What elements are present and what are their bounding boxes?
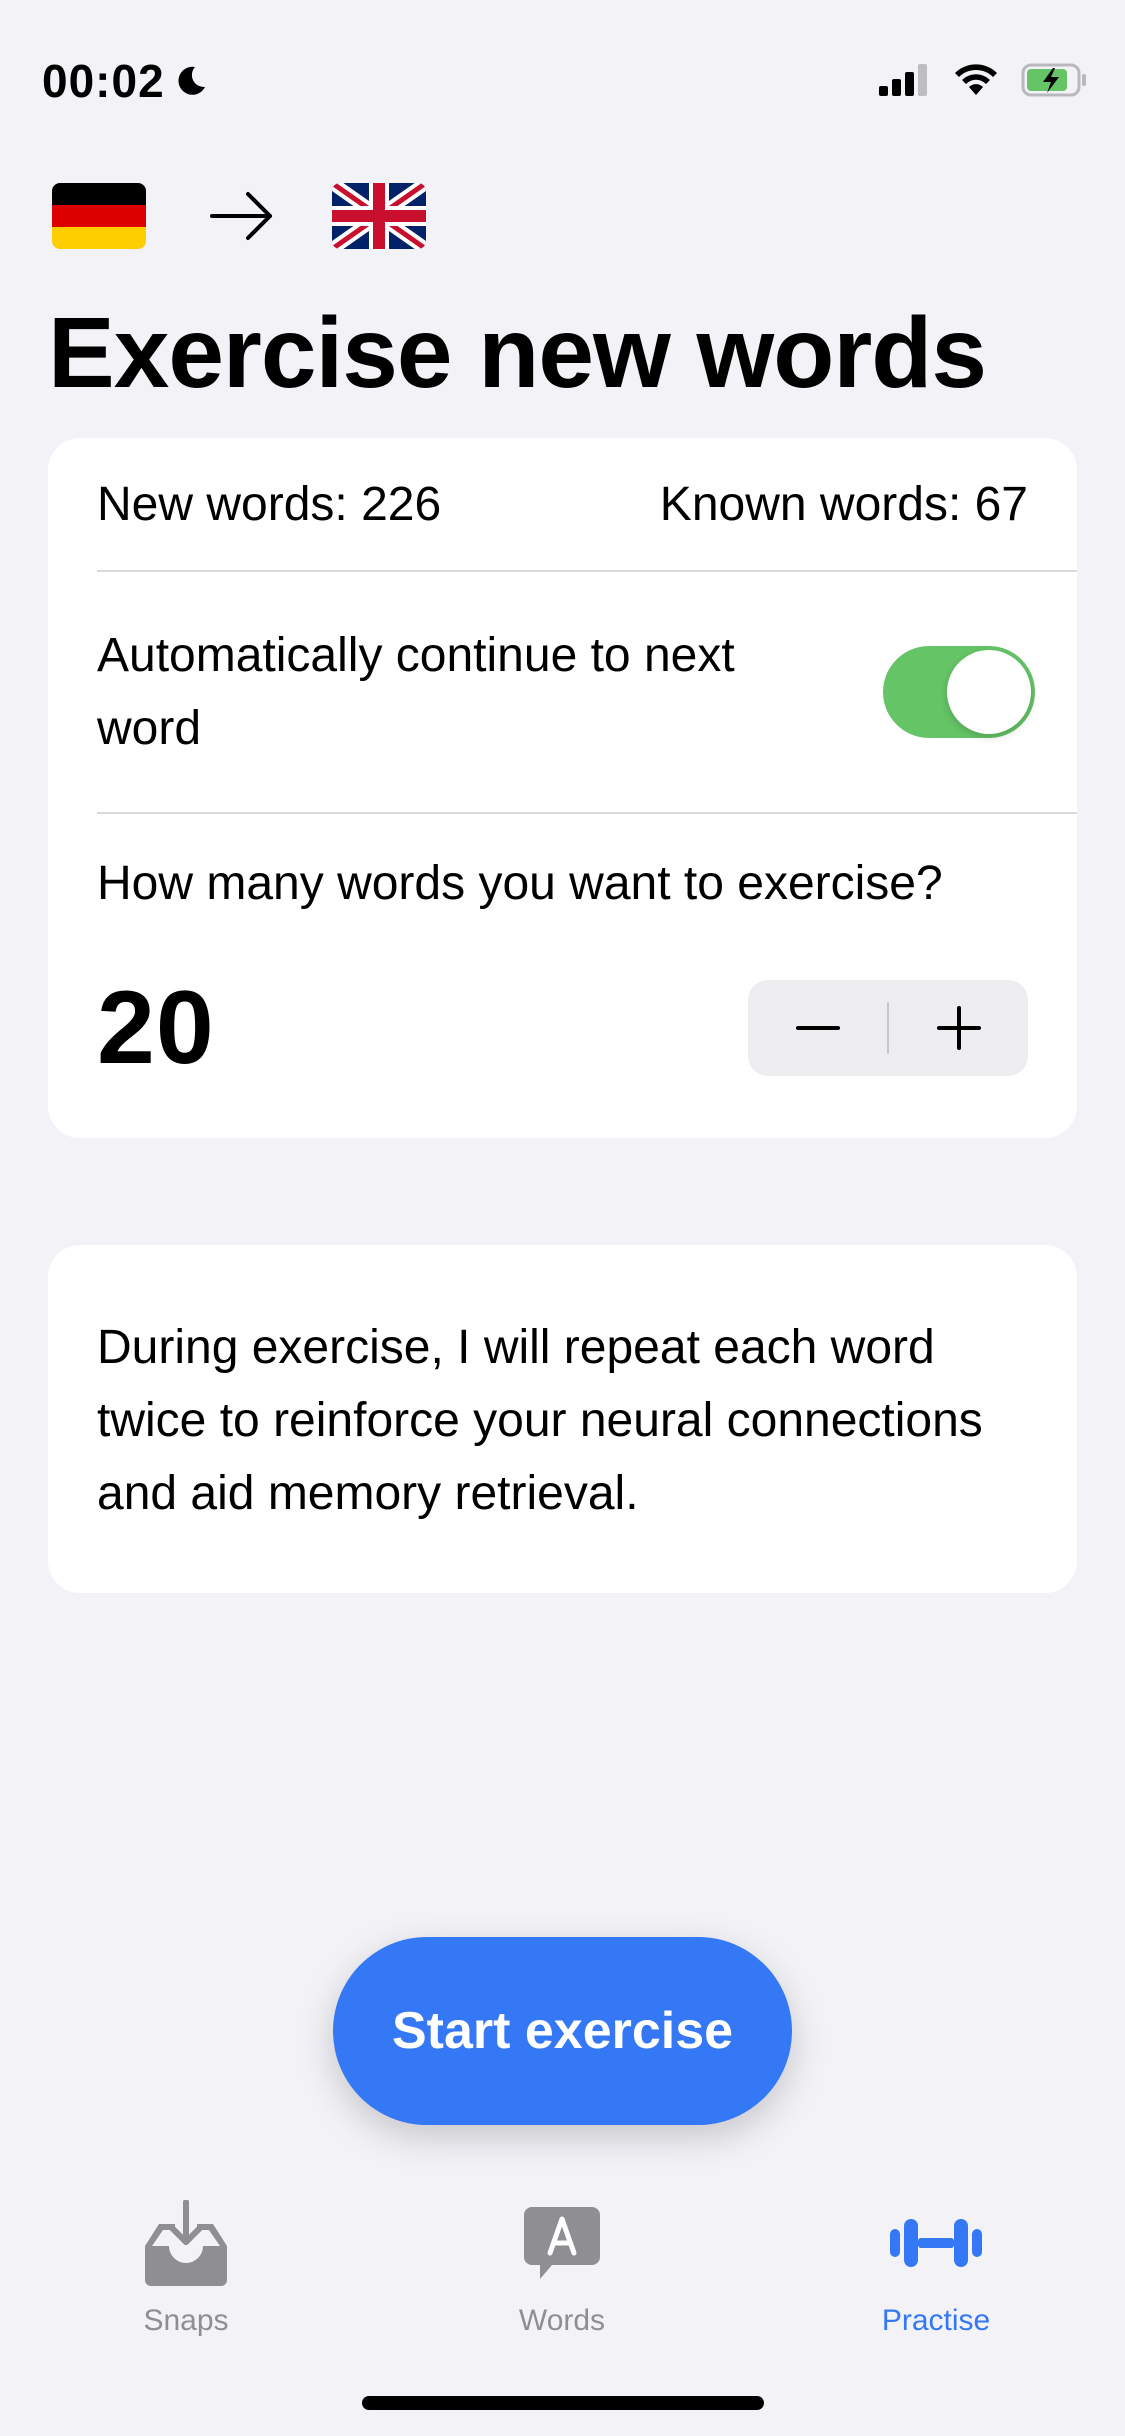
tab-icon-wrap xyxy=(512,2198,612,2288)
start-exercise-button[interactable]: Start exercise xyxy=(333,1937,792,2125)
toggle-knob xyxy=(947,650,1031,734)
status-time-group: 00:02 xyxy=(42,54,209,108)
tab-words[interactable]: Words xyxy=(412,2198,712,2338)
home-indicator[interactable] xyxy=(362,2396,764,2410)
language-pair[interactable] xyxy=(52,176,426,256)
word-counts-row: New words: 226 Known words: 67 xyxy=(97,438,1028,570)
tab-label: Practise xyxy=(881,2304,991,2337)
tab-snaps[interactable]: Snaps xyxy=(36,2198,336,2338)
battery-charging-icon xyxy=(1021,63,1086,97)
tab-label: Words xyxy=(518,2304,606,2337)
increment-button[interactable] xyxy=(889,980,1028,1076)
tab-icon-wrap xyxy=(136,2198,236,2288)
plus-icon xyxy=(936,1006,981,1050)
exercise-settings-card: New words: 226 Known words: 67 Automatic… xyxy=(48,438,1077,1138)
word-count-stepper-row: 20 xyxy=(97,953,1028,1103)
germany-flag-icon xyxy=(52,183,146,249)
word-count-question: How many words you want to exercise? xyxy=(97,856,943,910)
word-count-question-row: How many words you want to exercise? xyxy=(97,813,1028,953)
minus-icon xyxy=(795,1026,840,1030)
status-time: 00:02 xyxy=(42,55,165,107)
moon-icon xyxy=(178,66,205,95)
dumbbell-icon xyxy=(890,2219,982,2267)
tab-icon-wrap xyxy=(886,2198,986,2288)
status-bar: 00:02 xyxy=(0,0,1125,140)
tray-download-icon xyxy=(145,2200,227,2286)
word-count-value: 20 xyxy=(97,969,215,1086)
uk-flag-icon xyxy=(332,183,426,249)
status-icons xyxy=(879,62,1089,98)
tab-label: Snaps xyxy=(143,2304,229,2337)
arrow-right-icon xyxy=(210,192,272,240)
page-title: Exercise new words xyxy=(48,297,987,409)
decrement-button[interactable] xyxy=(748,980,887,1076)
auto-continue-row: Automatically continue to next word xyxy=(97,572,1035,812)
speech-bubble-a-icon xyxy=(524,2207,600,2279)
tab-practise[interactable]: Practise xyxy=(786,2198,1086,2338)
word-count-stepper xyxy=(748,980,1028,1076)
auto-continue-label: Automatically continue to next word xyxy=(97,629,735,755)
new-words-count: New words: 226 xyxy=(97,477,442,531)
info-card: During exercise, I will repeat each word… xyxy=(48,1245,1077,1593)
auto-continue-toggle[interactable] xyxy=(883,646,1035,738)
wifi-icon xyxy=(955,64,997,95)
info-text: During exercise, I will repeat each word… xyxy=(97,1321,983,1520)
known-words-count: Known words: 67 xyxy=(659,477,1028,531)
cellular-signal-icon xyxy=(879,64,927,96)
